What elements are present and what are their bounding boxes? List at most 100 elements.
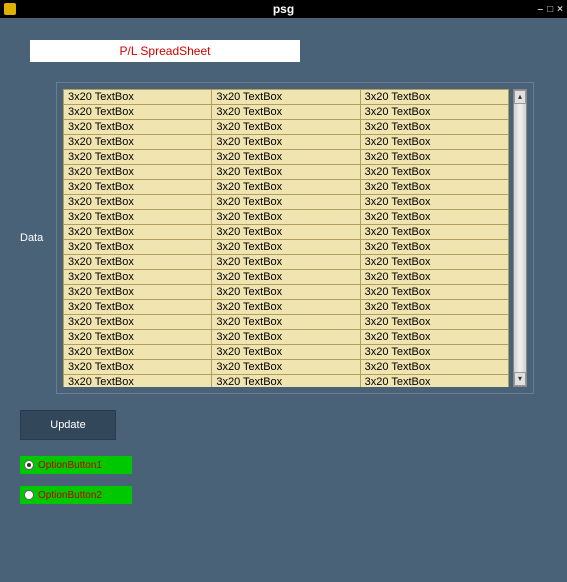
grid-cell[interactable]: 3x20 TextBox: [360, 195, 508, 210]
grid-cell[interactable]: 3x20 TextBox: [212, 285, 360, 300]
grid-cell[interactable]: 3x20 TextBox: [64, 300, 212, 315]
table-row: 3x20 TextBox3x20 TextBox3x20 TextBox: [64, 255, 509, 270]
grid-cell[interactable]: 3x20 TextBox: [212, 105, 360, 120]
grid-cell[interactable]: 3x20 TextBox: [212, 150, 360, 165]
grid-cell[interactable]: 3x20 TextBox: [212, 135, 360, 150]
grid-cell[interactable]: 3x20 TextBox: [212, 90, 360, 105]
content-area: P/L SpreadSheet Data 3x20 TextBox3x20 Te…: [0, 18, 567, 532]
vertical-scrollbar[interactable]: ▴ ▾: [513, 89, 527, 387]
grid-cell[interactable]: 3x20 TextBox: [360, 270, 508, 285]
grid-cell[interactable]: 3x20 TextBox: [64, 375, 212, 388]
grid-cell[interactable]: 3x20 TextBox: [212, 345, 360, 360]
data-label: Data: [20, 82, 56, 244]
table-row: 3x20 TextBox3x20 TextBox3x20 TextBox: [64, 180, 509, 195]
grid-cell[interactable]: 3x20 TextBox: [212, 240, 360, 255]
grid-cell[interactable]: 3x20 TextBox: [64, 240, 212, 255]
grid-cell[interactable]: 3x20 TextBox: [360, 165, 508, 180]
grid-cell[interactable]: 3x20 TextBox: [64, 315, 212, 330]
grid-cell[interactable]: 3x20 TextBox: [212, 225, 360, 240]
grid-cell[interactable]: 3x20 TextBox: [360, 105, 508, 120]
grid-cell[interactable]: 3x20 TextBox: [64, 330, 212, 345]
radio-dot-icon: [24, 490, 34, 500]
grid-cell[interactable]: 3x20 TextBox: [64, 360, 212, 375]
grid-cell[interactable]: 3x20 TextBox: [360, 135, 508, 150]
grid-cell[interactable]: 3x20 TextBox: [212, 165, 360, 180]
grid-cell[interactable]: 3x20 TextBox: [360, 240, 508, 255]
grid-cell[interactable]: 3x20 TextBox: [64, 225, 212, 240]
grid-cell[interactable]: 3x20 TextBox: [64, 180, 212, 195]
grid-cell[interactable]: 3x20 TextBox: [64, 90, 212, 105]
grid-cell[interactable]: 3x20 TextBox: [212, 210, 360, 225]
table-row: 3x20 TextBox3x20 TextBox3x20 TextBox: [64, 135, 509, 150]
grid-cell[interactable]: 3x20 TextBox: [212, 360, 360, 375]
grid-scroll-area: 3x20 TextBox3x20 TextBox3x20 TextBox3x20…: [63, 89, 513, 387]
app-icon: [4, 3, 16, 15]
grid-cell[interactable]: 3x20 TextBox: [64, 165, 212, 180]
table-row: 3x20 TextBox3x20 TextBox3x20 TextBox: [64, 315, 509, 330]
scroll-up-button[interactable]: ▴: [514, 90, 526, 104]
grid-cell[interactable]: 3x20 TextBox: [212, 255, 360, 270]
grid-cell[interactable]: 3x20 TextBox: [360, 360, 508, 375]
grid-cell[interactable]: 3x20 TextBox: [64, 210, 212, 225]
table-row: 3x20 TextBox3x20 TextBox3x20 TextBox: [64, 210, 509, 225]
close-button[interactable]: ×: [557, 4, 563, 15]
option-button-label: OptionButton2: [38, 490, 102, 501]
grid-cell[interactable]: 3x20 TextBox: [64, 135, 212, 150]
grid-cell[interactable]: 3x20 TextBox: [212, 330, 360, 345]
grid-cell[interactable]: 3x20 TextBox: [360, 225, 508, 240]
grid-cell[interactable]: 3x20 TextBox: [64, 255, 212, 270]
table-row: 3x20 TextBox3x20 TextBox3x20 TextBox: [64, 105, 509, 120]
grid-cell[interactable]: 3x20 TextBox: [64, 195, 212, 210]
option-button-1[interactable]: OptionButton1: [20, 456, 132, 474]
grid-cell[interactable]: 3x20 TextBox: [360, 180, 508, 195]
grid-cell[interactable]: 3x20 TextBox: [360, 300, 508, 315]
grid-cell[interactable]: 3x20 TextBox: [360, 210, 508, 225]
grid-cell[interactable]: 3x20 TextBox: [212, 315, 360, 330]
table-row: 3x20 TextBox3x20 TextBox3x20 TextBox: [64, 285, 509, 300]
table-row: 3x20 TextBox3x20 TextBox3x20 TextBox: [64, 360, 509, 375]
minimize-button[interactable]: –: [538, 4, 544, 15]
grid-cell[interactable]: 3x20 TextBox: [360, 345, 508, 360]
update-button-label: Update: [50, 419, 85, 431]
grid-cell[interactable]: 3x20 TextBox: [64, 270, 212, 285]
grid-cell[interactable]: 3x20 TextBox: [360, 90, 508, 105]
grid-cell[interactable]: 3x20 TextBox: [212, 195, 360, 210]
table-row: 3x20 TextBox3x20 TextBox3x20 TextBox: [64, 240, 509, 255]
table-row: 3x20 TextBox3x20 TextBox3x20 TextBox: [64, 345, 509, 360]
grid-cell[interactable]: 3x20 TextBox: [64, 345, 212, 360]
update-button[interactable]: Update: [20, 410, 116, 440]
table-row: 3x20 TextBox3x20 TextBox3x20 TextBox: [64, 165, 509, 180]
radio-dot-icon: [24, 460, 34, 470]
grid-cell[interactable]: 3x20 TextBox: [360, 315, 508, 330]
grid-cell[interactable]: 3x20 TextBox: [64, 105, 212, 120]
maximize-button[interactable]: □: [547, 4, 553, 15]
grid-cell[interactable]: 3x20 TextBox: [360, 255, 508, 270]
radio-group: OptionButton1 OptionButton2: [20, 456, 547, 504]
table-row: 3x20 TextBox3x20 TextBox3x20 TextBox: [64, 375, 509, 388]
scroll-down-button[interactable]: ▾: [514, 372, 526, 386]
table-row: 3x20 TextBox3x20 TextBox3x20 TextBox: [64, 270, 509, 285]
grid-cell[interactable]: 3x20 TextBox: [360, 375, 508, 388]
grid-cell[interactable]: 3x20 TextBox: [360, 120, 508, 135]
grid-cell[interactable]: 3x20 TextBox: [212, 300, 360, 315]
data-grid: 3x20 TextBox3x20 TextBox3x20 TextBox3x20…: [63, 89, 509, 387]
header-title-box: P/L SpreadSheet: [30, 40, 300, 62]
table-row: 3x20 TextBox3x20 TextBox3x20 TextBox: [64, 150, 509, 165]
grid-cell[interactable]: 3x20 TextBox: [64, 285, 212, 300]
data-section: Data 3x20 TextBox3x20 TextBox3x20 TextBo…: [20, 82, 547, 394]
grid-container: 3x20 TextBox3x20 TextBox3x20 TextBox3x20…: [56, 82, 534, 394]
header-title: P/L SpreadSheet: [120, 44, 211, 58]
option-button-2[interactable]: OptionButton2: [20, 486, 132, 504]
grid-cell[interactable]: 3x20 TextBox: [360, 330, 508, 345]
grid-cell[interactable]: 3x20 TextBox: [360, 150, 508, 165]
grid-cell[interactable]: 3x20 TextBox: [64, 120, 212, 135]
window-buttons: – □ ×: [538, 4, 563, 15]
table-row: 3x20 TextBox3x20 TextBox3x20 TextBox: [64, 120, 509, 135]
grid-cell[interactable]: 3x20 TextBox: [212, 180, 360, 195]
grid-cell[interactable]: 3x20 TextBox: [64, 150, 212, 165]
window-title: psg: [273, 2, 294, 16]
grid-cell[interactable]: 3x20 TextBox: [212, 270, 360, 285]
grid-cell[interactable]: 3x20 TextBox: [360, 285, 508, 300]
grid-cell[interactable]: 3x20 TextBox: [212, 120, 360, 135]
grid-cell[interactable]: 3x20 TextBox: [212, 375, 360, 388]
